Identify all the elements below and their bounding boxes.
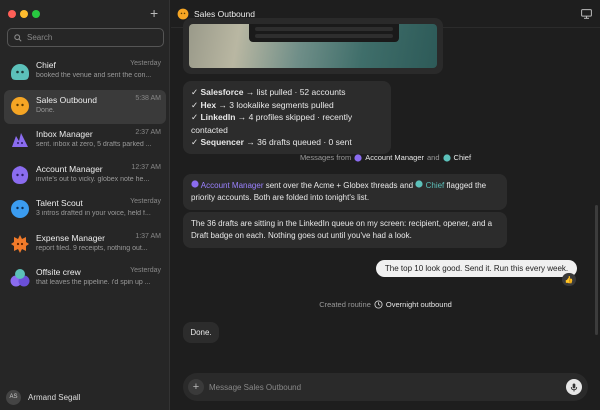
agent-message: The 36 drafts are sitting in the LinkedI… (183, 212, 507, 248)
attached-screenshot[interactable] (183, 18, 443, 74)
agent-message: Account Manager sent over the Acme + Glo… (183, 174, 507, 210)
user-message: The top 10 look good. Send it. Run this … (376, 260, 577, 277)
talent-scout-avatar (10, 199, 30, 219)
conversation-pane: Sales Outbound ✓ Salesforce → list pulle… (171, 0, 600, 410)
chat-title: Expense Manager (36, 232, 105, 243)
search-input[interactable]: Search (7, 28, 164, 47)
chat-item-offsite-crew[interactable]: Offsite crew Yesterday that leaves the p… (4, 262, 166, 297)
chat-title: Sales Outbound (36, 94, 97, 105)
chat-title: Chief (36, 60, 56, 70)
message-text: sent over the Acme + Globex threads and (263, 181, 416, 190)
microphone-icon (570, 382, 578, 392)
expense-manager-avatar (10, 234, 30, 254)
messages-from-note: Messages from Account Manager and Chief (171, 153, 600, 162)
chat-item-sales-outbound[interactable]: Sales Outbound 5:38 AM Done. (4, 89, 166, 124)
monitor-icon[interactable] (581, 9, 592, 19)
chat-preview: that leaves the pipeline. i'd spin up ..… (36, 279, 151, 286)
minimize-window-button[interactable] (20, 10, 28, 18)
chat-item-chief[interactable]: Chief Yesterday booked the venue and sen… (4, 55, 166, 90)
chat-time: Yesterday (130, 60, 161, 67)
checklist-item: ✓ Sequencer → 36 drafts queued · 0 sent (191, 137, 352, 147)
attach-button[interactable]: + (188, 379, 204, 395)
account-manager-link[interactable]: Account Manager (365, 153, 424, 162)
routine-name[interactable]: Overnight outbound (386, 300, 452, 309)
chat-item-inbox-manager[interactable]: Inbox Manager 2:37 AM sent. inbox at zer… (4, 124, 166, 159)
chat-time: 2:37 AM (135, 129, 161, 136)
message-input[interactable] (209, 380, 549, 394)
chat-item-talent-scout[interactable]: Talent Scout Yesterday 3 intros drafted … (4, 193, 166, 228)
chat-title: Account Manager (36, 163, 103, 174)
chief-avatar-icon (415, 180, 423, 188)
window-controls (8, 10, 40, 18)
search-placeholder: Search (27, 33, 53, 42)
microphone-button[interactable] (566, 379, 582, 395)
screenshot-image (189, 24, 437, 68)
chat-item-expense-manager[interactable]: Expense Manager 1:37 AM report filed. 9 … (4, 228, 166, 263)
message-composer: + (183, 373, 588, 401)
conversation-title: Sales Outbound (194, 8, 255, 19)
new-chat-button[interactable]: + (150, 6, 158, 20)
checklist-item: ✓ Hex → 3 lookalike segments pulled (191, 99, 334, 110)
user-name: Armand Segall (28, 392, 81, 402)
and-label: and (427, 153, 440, 162)
sales-outbound-avatar (10, 96, 30, 116)
routine-created-note: Created routine Overnight outbound (171, 300, 600, 309)
thumbs-up-reaction[interactable]: 👍 (562, 273, 576, 286)
chief-avatar-icon (442, 153, 451, 162)
chief-avatar (10, 61, 30, 81)
search-icon (14, 33, 22, 42)
chat-item-account-manager[interactable]: Account Manager 12:37 AM invite's out to… (4, 159, 166, 194)
sidebar: + Search Chief Yesterday booked the venu… (0, 0, 170, 410)
clock-icon (374, 300, 383, 309)
messages-from-label: Messages from (299, 153, 352, 162)
account-manager-avatar (10, 165, 30, 185)
inbox-manager-avatar (10, 130, 30, 150)
chat-preview: invite's out to vicky. globex note he... (36, 175, 150, 183)
chat-preview: Done. (36, 106, 55, 114)
agent-message: Done. (183, 322, 219, 343)
chat-preview: report filed. 9 receipts, nothing out... (36, 244, 148, 252)
offsite-crew-avatar (10, 268, 30, 288)
chat-title: Offsite crew (36, 267, 81, 277)
chat-title: Inbox Manager (36, 129, 93, 139)
account-manager-avatar-icon (354, 153, 362, 162)
chat-time: Yesterday (130, 198, 161, 205)
screenshot-window (249, 24, 399, 42)
chief-link[interactable]: Chief (454, 153, 472, 162)
user-profile[interactable]: AS Armand Segall (0, 384, 170, 410)
chat-preview: booked the venue and sent the con... (36, 72, 152, 79)
chat-preview: 3 intros drafted in your voice, held f..… (36, 210, 151, 217)
maximize-window-button[interactable] (32, 10, 40, 18)
chat-time: Yesterday (130, 267, 161, 274)
checklist-item: ✓ LinkedIn → 4 profiles skipped · recent… (191, 112, 353, 135)
chief-mention[interactable]: Chief (426, 181, 445, 190)
checklist-item: ✓ Salesforce → list pulled · 52 accounts (191, 87, 346, 97)
chat-time: 5:38 AM (135, 94, 161, 102)
chat-preview: sent. inbox at zero, 5 drafts parked ... (36, 141, 152, 148)
results-checklist: ✓ Salesforce → list pulled · 52 accounts… (183, 81, 391, 154)
account-manager-avatar-icon (191, 180, 199, 188)
account-manager-mention[interactable]: Account Manager (201, 181, 264, 190)
chat-title: Talent Scout (36, 198, 83, 208)
scrollbar[interactable] (595, 205, 598, 335)
chat-time: 12:37 AM (131, 163, 161, 171)
chat-list: Chief Yesterday booked the venue and sen… (4, 55, 166, 297)
created-routine-label: Created routine (319, 300, 371, 309)
close-window-button[interactable] (8, 10, 16, 18)
chat-time: 1:37 AM (135, 232, 161, 240)
avatar: AS (6, 389, 21, 405)
